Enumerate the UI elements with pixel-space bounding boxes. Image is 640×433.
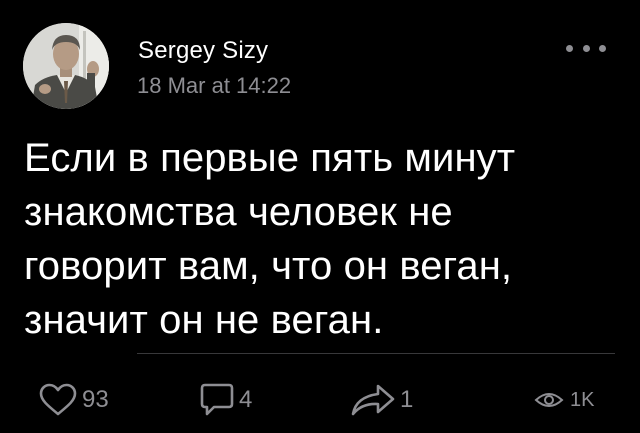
like-count: 93 xyxy=(82,386,109,413)
share-button[interactable]: 1 xyxy=(350,382,413,418)
more-dots-icon xyxy=(582,44,590,52)
views-count: 1K xyxy=(570,388,595,411)
eye-icon xyxy=(534,390,564,410)
heart-icon xyxy=(38,383,78,417)
share-arrow-icon xyxy=(350,383,396,417)
post-card: Sergey Sizy 18 Mar at 14:22 Если в первы… xyxy=(0,0,640,433)
divider xyxy=(137,353,615,354)
author-name[interactable]: Sergey Sizy xyxy=(138,37,268,65)
post-text: Если в первые пять минут знакомства чело… xyxy=(24,136,516,342)
comment-button[interactable]: 4 xyxy=(199,382,252,418)
avatar[interactable] xyxy=(23,23,109,109)
comment-count: 4 xyxy=(239,386,253,413)
views-counter: 1K xyxy=(534,382,594,418)
like-button[interactable]: 93 xyxy=(38,382,109,418)
post-timestamp[interactable]: 18 Mar at 14:22 xyxy=(137,73,291,99)
more-options-button[interactable] xyxy=(566,36,606,60)
comment-bubble-icon xyxy=(199,382,235,418)
more-dots-icon xyxy=(566,44,573,52)
more-dots-icon xyxy=(599,44,606,52)
share-count: 1 xyxy=(400,386,414,413)
